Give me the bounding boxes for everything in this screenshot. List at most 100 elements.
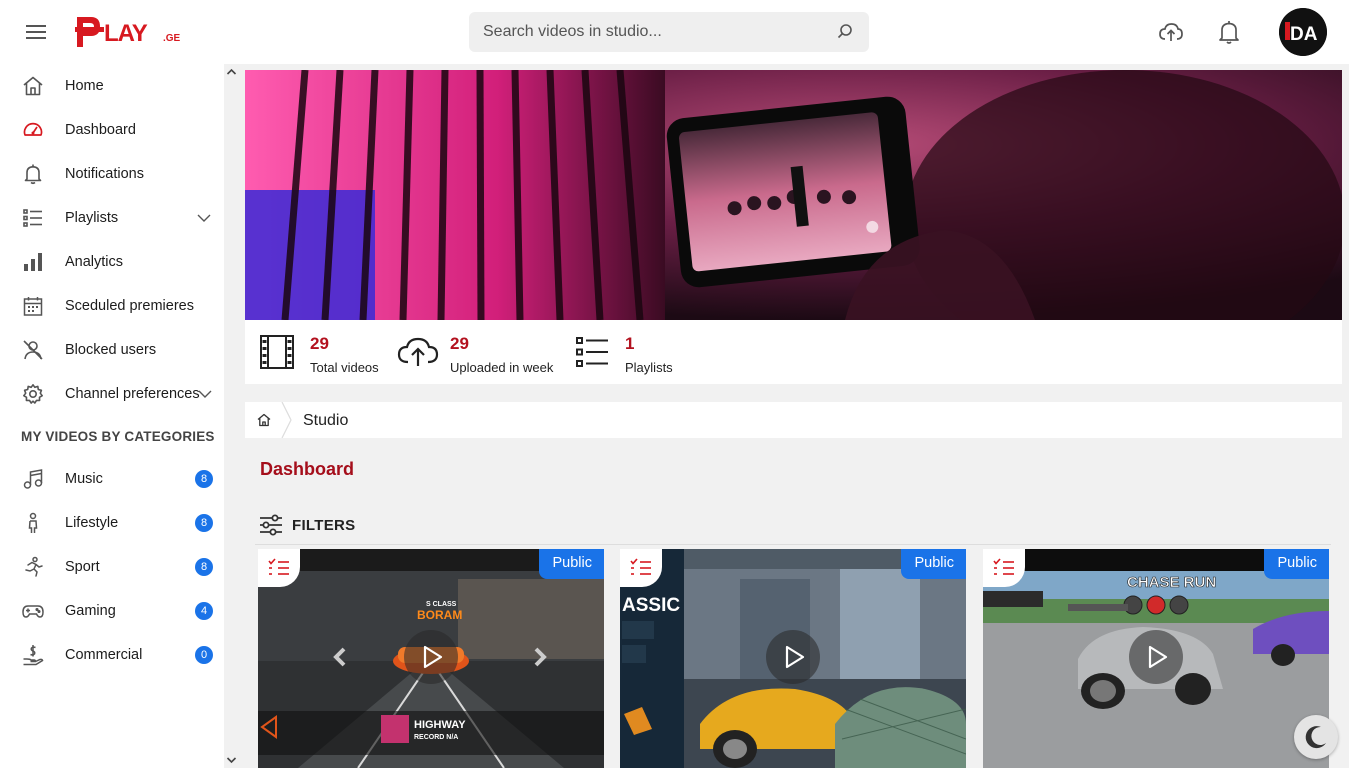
bell-icon <box>24 164 42 185</box>
list-icon <box>576 337 608 367</box>
video-card[interactable]: S CLASS BORAM HIGHWAY RECORD N/A Public <box>258 549 604 768</box>
category-item-lifestyle[interactable]: Lifestyle 8 <box>0 501 224 545</box>
playlist-check-icon <box>993 558 1014 575</box>
sidebar-item-label: Blocked users <box>65 342 157 358</box>
count-badge: 4 <box>195 602 213 620</box>
music-icon <box>23 469 43 489</box>
sliders-icon <box>260 514 282 536</box>
top-header: LAY .GE DA <box>0 0 1349 64</box>
sidebar-item-channel-preferences[interactable]: Channel preferences <box>0 372 224 416</box>
sidebar-item-label: Channel preferences <box>65 386 200 402</box>
user-avatar[interactable]: DA <box>1279 8 1327 56</box>
categories-section-title: MY VIDEOS BY CATEGORIES <box>21 429 215 444</box>
avatar-initials: DA <box>1290 24 1318 45</box>
count-badge: 8 <box>195 514 213 532</box>
visibility-badge: Public <box>1263 549 1329 579</box>
video-card[interactable]: CHASE RUN Public <box>983 549 1329 768</box>
category-label: Music <box>65 471 103 487</box>
play-icon <box>1148 645 1168 669</box>
sidebar-item-label: Playlists <box>65 210 119 226</box>
sidebar-item-label: Notifications <box>65 166 144 182</box>
calendar-icon <box>23 297 43 316</box>
channel-banner-image <box>245 70 1342 320</box>
category-item-gaming[interactable]: Gaming 4 <box>0 589 224 633</box>
thumb-text: BORAM <box>417 608 462 622</box>
visibility-badge: Public <box>538 549 604 579</box>
visibility-badge: Public <box>900 549 966 579</box>
play-button[interactable] <box>404 630 458 684</box>
svg-text:LAY: LAY <box>104 20 148 47</box>
divider <box>255 544 1331 545</box>
add-to-playlist-button[interactable] <box>258 549 300 587</box>
category-item-music[interactable]: Music 8 <box>0 457 224 501</box>
filters-button[interactable]: FILTERS <box>258 510 355 540</box>
breadcrumb-separator <box>281 402 292 438</box>
sidebar-item-notifications[interactable]: Notifications <box>0 152 224 196</box>
sport-icon <box>25 556 43 577</box>
search-icon[interactable] <box>835 22 855 42</box>
sidebar-item-scheduled-premieres[interactable]: Sceduled premieres <box>0 284 224 328</box>
play-ge-logo[interactable]: LAY .GE <box>74 14 184 50</box>
add-to-playlist-button[interactable] <box>983 549 1025 587</box>
search-input[interactable] <box>483 23 835 41</box>
sidebar-item-analytics[interactable]: Analytics <box>0 240 224 284</box>
sidebar-item-home[interactable]: Home <box>0 64 224 108</box>
svg-text:.GE: .GE <box>163 33 181 44</box>
stat-value: 29 <box>450 334 469 353</box>
thumb-text: CHASE RUN <box>1127 574 1216 591</box>
category-label: Sport <box>65 559 100 575</box>
lifestyle-icon <box>28 512 38 533</box>
sidebar-item-label: Sceduled premieres <box>65 298 194 314</box>
thumb-text: S CLASS <box>426 601 457 608</box>
stat-total-videos: 29 Total videos <box>259 320 389 384</box>
thumb-text: HIGHWAY <box>414 719 466 731</box>
cloud-upload-icon[interactable] <box>1158 19 1184 45</box>
analytics-icon <box>24 253 42 271</box>
search-bar <box>469 12 869 52</box>
notification-bell-icon[interactable] <box>1217 19 1241 45</box>
gamepad-icon <box>22 605 44 618</box>
scroll-up-arrow-icon[interactable] <box>226 67 237 77</box>
thumb-text: RECORD N/A <box>414 734 458 741</box>
sidebar-item-label: Home <box>65 78 104 94</box>
film-icon <box>260 335 294 369</box>
hamburger-menu-icon[interactable] <box>24 20 48 44</box>
play-icon <box>785 645 805 669</box>
stat-caption: Total videos <box>310 360 379 375</box>
category-item-sport[interactable]: Sport 8 <box>0 545 224 589</box>
sidebar-item-label: Analytics <box>65 254 124 270</box>
breadcrumb-current: Studio <box>303 412 349 429</box>
home-icon[interactable] <box>257 413 271 427</box>
chevron-down-icon[interactable] <box>197 213 211 223</box>
scroll-down-arrow-icon[interactable] <box>226 755 237 765</box>
category-label: Commercial <box>65 647 143 663</box>
dark-mode-toggle[interactable] <box>1294 715 1338 759</box>
sidebar-scrollbar[interactable] <box>224 64 239 768</box>
cloud-upload-icon <box>397 337 439 366</box>
gear-icon <box>23 384 43 404</box>
commercial-icon <box>23 645 44 666</box>
video-card[interactable]: ASSIC Public <box>620 549 966 768</box>
sidebar: Home Dashboard Notifications Playlists A… <box>0 64 224 768</box>
playlist-icon <box>23 209 42 227</box>
category-label: Gaming <box>65 603 116 619</box>
thumb-text: ASSIC <box>622 595 680 616</box>
play-button[interactable] <box>1129 630 1183 684</box>
play-button[interactable] <box>766 630 820 684</box>
blocked-user-icon <box>23 340 43 360</box>
play-icon <box>423 645 443 669</box>
sidebar-item-playlists[interactable]: Playlists <box>0 196 224 240</box>
sidebar-item-blocked-users[interactable]: Blocked users <box>0 328 224 372</box>
chevron-down-icon[interactable] <box>198 389 212 399</box>
count-badge: 8 <box>195 558 213 576</box>
count-badge: 0 <box>195 646 213 664</box>
count-badge: 8 <box>195 470 213 488</box>
home-icon <box>23 76 43 96</box>
category-label: Lifestyle <box>65 515 119 531</box>
moon-icon <box>1305 726 1326 749</box>
dashboard-icon <box>23 122 43 136</box>
stat-caption: Playlists <box>625 360 673 375</box>
category-item-commercial[interactable]: Commercial 0 <box>0 633 224 677</box>
sidebar-item-dashboard[interactable]: Dashboard <box>0 108 224 152</box>
add-to-playlist-button[interactable] <box>620 549 662 587</box>
